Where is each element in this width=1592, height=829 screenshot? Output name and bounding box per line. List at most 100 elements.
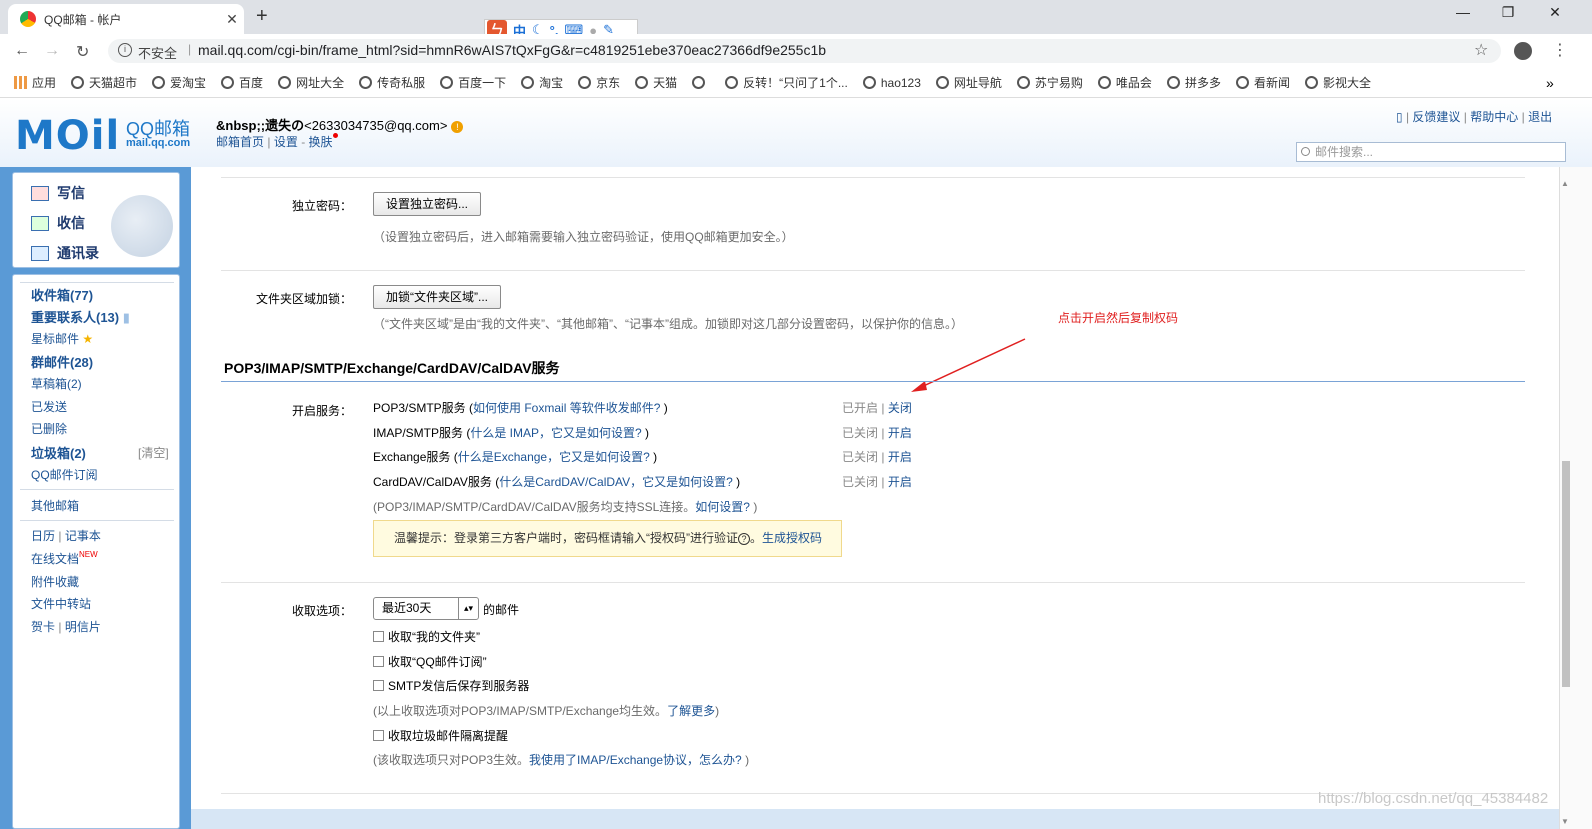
checkbox[interactable] — [373, 631, 384, 642]
learn-more-link[interactable]: 了解更多 — [667, 704, 715, 718]
bookmark-item[interactable] — [692, 76, 710, 89]
receive-subscription-option[interactable]: 收取“QQ邮件订阅” — [373, 653, 487, 670]
ssl-help-link[interactable]: 如何设置? — [695, 500, 750, 514]
scrollbar[interactable]: ▲ ▼ — [1559, 167, 1592, 829]
omnibox[interactable]: i 不安全 | mail.qq.com/cgi-bin/frame_html?s… — [108, 39, 1501, 63]
info-icon[interactable]: i — [118, 43, 132, 57]
scroll-down-icon[interactable]: ▼ — [1561, 817, 1569, 826]
forward-icon[interactable]: → — [44, 42, 60, 60]
compose-button[interactable]: 写信 — [31, 183, 85, 203]
url-text[interactable]: mail.qq.com/cgi-bin/frame_html?sid=hmnR6… — [198, 42, 826, 58]
postcard-link[interactable]: 明信片 — [65, 620, 101, 634]
bookmark-item[interactable]: 网址大全 — [278, 74, 344, 91]
new-tab-button[interactable]: + — [256, 5, 268, 28]
folder-item[interactable]: 已删除 — [31, 420, 67, 437]
settings-link[interactable]: 设置 — [274, 135, 298, 149]
skin-link[interactable]: 换肤 — [309, 135, 333, 149]
qqmail-logo[interactable]: MOil — [15, 113, 120, 159]
check-mail-button[interactable]: 收信 — [31, 213, 85, 233]
file-transfer-link[interactable]: 文件中转站 — [31, 595, 91, 612]
clear-trash-link[interactable]: [清空] — [138, 444, 169, 461]
mobile-icon[interactable]: ▯ — [1396, 110, 1403, 124]
calendar-link[interactable]: 日历 — [31, 529, 55, 543]
service-status: 已关闭 | 开启 — [842, 424, 912, 441]
bookmark-item[interactable]: 拼多多 — [1166, 74, 1221, 91]
receive-period-select[interactable]: 最近30天 ▴▾ — [373, 597, 479, 620]
service-help-link[interactable]: 如何使用 Foxmail 等软件收发邮件? — [473, 401, 660, 415]
contacts-button[interactable]: 通讯录 — [31, 243, 99, 263]
checkbox[interactable] — [373, 680, 384, 691]
home-link[interactable]: 邮箱首页 — [216, 135, 264, 149]
folder-lock-button[interactable]: 加锁“文件夹区域”... — [373, 285, 501, 309]
bookmark-item[interactable]: 影视大全 — [1304, 74, 1371, 91]
spam-reminder-option[interactable]: 收取垃圾邮件隔离提醒 — [373, 727, 508, 744]
cards-link[interactable]: 贺卡 — [31, 620, 55, 634]
bookmark-item[interactable]: 天猫超市 — [71, 74, 137, 91]
service-name: POP3/SMTP服务 ( — [373, 401, 474, 415]
bookmark-item[interactable]: 网址导航 — [935, 74, 1002, 91]
bookmark-item[interactable]: 唯品会 — [1097, 74, 1152, 91]
window-close-icon[interactable]: ✕ — [1535, 4, 1575, 21]
restore-icon[interactable]: ❐ — [1488, 4, 1528, 21]
profile-avatar-icon[interactable] — [1514, 42, 1532, 60]
folder-item[interactable]: 草稿箱(2) — [31, 375, 82, 392]
service-help-link[interactable]: 什么是Exchange，它又是如何设置? — [458, 450, 650, 464]
service-toggle-link[interactable]: 开启 — [888, 426, 912, 440]
imap-help-link[interactable]: 我使用了IMAP/Exchange协议，怎么办? — [529, 753, 742, 767]
bookmark-item[interactable]: 天猫 — [635, 74, 677, 91]
bookmark-item[interactable]: 淘宝 — [521, 74, 563, 91]
smtp-save-option[interactable]: SMTP发信后保存到服务器 — [373, 677, 529, 694]
checkbox[interactable] — [373, 656, 384, 667]
bookmark-item[interactable]: 反转！“只问了1个... — [725, 74, 848, 91]
folder-item[interactable]: 已发送 — [31, 398, 67, 415]
folder-item[interactable]: 群邮件(28) — [31, 352, 93, 371]
set-password-button[interactable]: 设置独立密码... — [373, 192, 482, 216]
receive-my-folders-option[interactable]: 收取“我的文件夹” — [373, 628, 480, 645]
reload-icon[interactable]: ↻ — [76, 42, 89, 62]
online-docs-link[interactable]: 在线文档 — [31, 552, 79, 566]
feedback-link[interactable]: 反馈建议 — [1412, 110, 1460, 124]
bookmark-item[interactable]: 苏宁易购 — [1016, 74, 1083, 91]
folder-item[interactable]: 星标邮件 ★ — [31, 330, 93, 347]
back-icon[interactable]: ← — [14, 42, 30, 60]
help-link[interactable]: 帮助中心 — [1470, 110, 1518, 124]
service-help-link[interactable]: 什么是CardDAV/CalDAV，它又是如何设置? — [499, 475, 733, 489]
tab-close-icon[interactable]: ✕ — [220, 11, 244, 28]
checkbox-label: SMTP发信后保存到服务器 — [388, 679, 530, 693]
help-question-icon[interactable]: ? — [738, 533, 750, 545]
service-toggle-link[interactable]: 关闭 — [888, 401, 912, 415]
browser-tab[interactable]: QQ邮箱 - 帐户 ✕ — [8, 4, 244, 34]
other-mail-link[interactable]: 其他邮箱 — [31, 497, 79, 514]
bookmark-item[interactable]: 百度 — [221, 74, 263, 91]
service-toggle-link[interactable]: 开启 — [888, 475, 912, 489]
bookmark-item[interactable]: 看新闻 — [1235, 74, 1290, 91]
compose-label: 写信 — [57, 185, 85, 201]
bookmark-item[interactable]: 爱淘宝 — [152, 74, 206, 91]
bookmark-item[interactable]: 京东 — [578, 74, 620, 91]
bookmark-item[interactable]: 百度一下 — [440, 74, 506, 91]
service-status: 已关闭 | 开启 — [842, 473, 912, 490]
bookmarks-overflow-icon[interactable]: » — [1546, 75, 1554, 91]
folder-item[interactable]: 垃圾箱(2) — [31, 443, 86, 462]
scrollbar-thumb[interactable] — [1562, 461, 1570, 687]
generate-auth-code-link[interactable]: 生成授权码 — [762, 531, 822, 545]
bookmark-item[interactable]: hao123 — [862, 76, 921, 90]
folder-item[interactable]: QQ邮件订阅 — [31, 466, 98, 483]
bookmark-item[interactable]: 应用 — [14, 74, 56, 91]
minimize-icon[interactable]: — — [1443, 4, 1483, 20]
bookmark-label: 网址导航 — [953, 76, 1002, 90]
bookmark-item[interactable]: 传奇私服 — [359, 74, 425, 91]
warning-icon[interactable]: ! — [451, 121, 464, 133]
notebook-link[interactable]: 记事本 — [65, 529, 101, 543]
bookmark-star-icon[interactable]: ☆ — [1474, 40, 1488, 60]
folder-item[interactable]: 重要联系人(13) ▮ — [31, 307, 130, 326]
scroll-up-icon[interactable]: ▲ — [1561, 179, 1569, 188]
folder-item[interactable]: 收件箱(77) — [31, 285, 93, 304]
service-help-link[interactable]: 什么是 IMAP，它又是如何设置? — [470, 426, 641, 440]
mail-search-input[interactable]: 邮件搜索... — [1296, 142, 1566, 162]
attachments-link[interactable]: 附件收藏 — [31, 573, 79, 590]
logout-link[interactable]: 退出 — [1528, 110, 1552, 124]
checkbox[interactable] — [373, 730, 384, 741]
browser-menu-icon[interactable]: ⋮ — [1552, 40, 1568, 60]
service-toggle-link[interactable]: 开启 — [888, 450, 912, 464]
